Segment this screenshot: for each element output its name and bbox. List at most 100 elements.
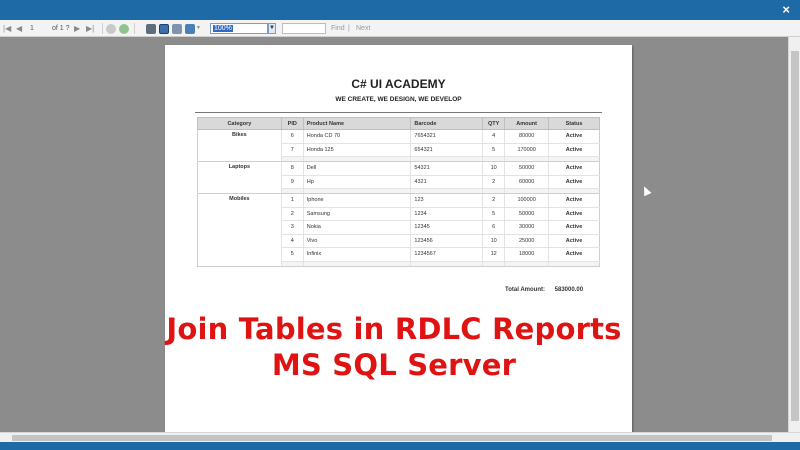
- stop-icon[interactable]: [106, 24, 116, 34]
- barcode-cell: 123: [410, 193, 484, 208]
- print-icon[interactable]: [146, 24, 156, 34]
- report-title: C# UI ACADEMY: [351, 77, 446, 91]
- horizontal-scrollbar-thumb[interactable]: [12, 435, 772, 441]
- overlay-caption-line1: Join Tables in RDLC Reports: [166, 312, 622, 346]
- pid-cell: 6: [281, 129, 304, 144]
- horizontal-scrollbar[interactable]: [0, 432, 800, 442]
- status-cell: Active: [548, 193, 600, 208]
- total-amount: Total Amount: 583000.00: [505, 287, 583, 293]
- first-page-icon[interactable]: |◀: [3, 23, 11, 34]
- barcode-cell: 12345: [410, 220, 484, 235]
- product-name-cell: Samsung: [303, 207, 412, 221]
- pid-cell: 1: [281, 193, 304, 208]
- pid-cell: 3: [281, 220, 304, 235]
- barcode-cell: 654321: [410, 143, 484, 157]
- status-cell: Active: [548, 247, 600, 262]
- column-header-amount: Amount: [504, 117, 550, 130]
- products-table: Category PID Product Name Barcode QTY Am…: [197, 117, 600, 267]
- find-text-input[interactable]: [282, 23, 326, 34]
- find-link[interactable]: Find: [331, 23, 345, 34]
- amount-cell: 50000: [504, 207, 550, 221]
- vertical-scrollbar[interactable]: [788, 37, 800, 432]
- amount-cell: 170000: [504, 143, 550, 157]
- print-layout-icon[interactable]: [159, 24, 169, 34]
- export-icon[interactable]: [185, 24, 195, 34]
- qty-cell: 12: [482, 247, 506, 262]
- toolbar-separator: [102, 23, 103, 34]
- prev-page-icon[interactable]: ◀: [16, 23, 22, 34]
- zoom-value: 100%: [213, 25, 233, 32]
- category-cell: Mobiles: [197, 193, 282, 267]
- barcode-cell: 1234: [410, 207, 484, 221]
- barcode-cell: 1234567: [410, 247, 484, 262]
- qty-cell: 6: [482, 220, 506, 235]
- category-cell: Bikes: [197, 129, 282, 162]
- export-dropdown-icon[interactable]: ▼: [196, 23, 201, 34]
- overlay-caption-line2: MS SQL Server: [271, 348, 517, 382]
- last-page-icon[interactable]: ▶|: [86, 23, 94, 34]
- pid-cell: 2: [281, 207, 304, 221]
- title-divider: [195, 112, 602, 113]
- report-page: C# UI ACADEMY WE CREATE, WE DESIGN, WE D…: [165, 45, 632, 445]
- column-header-qty: QTY: [482, 117, 506, 130]
- barcode-cell: 4321: [410, 175, 484, 189]
- barcode-cell: 7654321: [410, 129, 484, 144]
- qty-cell: 5: [482, 207, 506, 221]
- amount-cell: 100000: [504, 193, 550, 208]
- table-row: Bikes 6 Honda CD 70 7654321 4 80000 Acti…: [197, 129, 600, 162]
- status-cell: Active: [548, 161, 600, 176]
- pid-cell: 8: [281, 161, 304, 176]
- qty-cell: 10: [482, 161, 506, 176]
- current-page-input[interactable]: 1: [30, 23, 34, 34]
- qty-cell: 5: [482, 143, 506, 157]
- status-cell: Active: [548, 220, 600, 235]
- window-titlebar: ×: [0, 0, 800, 20]
- product-name-cell: Nokia: [303, 220, 412, 235]
- category-cell: Laptops: [197, 161, 282, 194]
- table-row: Laptops 8 Dell 54321 10 50000 Active: [197, 161, 600, 194]
- next-page-icon[interactable]: ▶: [74, 23, 80, 34]
- qty-cell: 2: [482, 193, 506, 208]
- pid-cell: 9: [281, 175, 304, 189]
- product-name-cell: Dell: [303, 161, 412, 176]
- qty-cell: 4: [482, 129, 506, 144]
- amount-cell: 30000: [504, 220, 550, 235]
- product-name-cell: Infinix: [303, 247, 412, 262]
- total-amount-value: 583000.00: [554, 287, 584, 293]
- pid-cell: 4: [281, 234, 304, 248]
- product-name-cell: Vivo: [303, 234, 412, 248]
- barcode-cell: 54321: [410, 161, 484, 176]
- window-statusbar: [0, 442, 800, 450]
- find-next-link[interactable]: Next: [356, 23, 370, 34]
- column-header-pid: PID: [280, 117, 304, 130]
- report-subtitle: WE CREATE, WE DESIGN, WE DEVELOP: [335, 96, 462, 103]
- amount-cell: 80000: [504, 129, 550, 144]
- table-header-row: Category PID Product Name Barcode QTY Am…: [197, 117, 600, 130]
- pid-cell: 5: [281, 247, 304, 262]
- barcode-cell: 123456: [410, 234, 484, 248]
- product-name-cell: Hp: [303, 175, 412, 189]
- status-cell: Active: [548, 143, 600, 157]
- refresh-icon[interactable]: [119, 24, 129, 34]
- amount-cell: 60000: [504, 175, 550, 189]
- amount-cell: 25000: [504, 234, 550, 248]
- find-separator: |: [348, 25, 350, 32]
- page-count-label: of 1 ?: [52, 25, 70, 32]
- product-name-cell: Honda CD 70: [303, 129, 412, 144]
- zoom-select[interactable]: 100%: [210, 23, 268, 34]
- vertical-scrollbar-thumb[interactable]: [791, 51, 799, 421]
- zoom-dropdown-arrow[interactable]: ▼: [268, 23, 276, 34]
- status-cell: Active: [548, 234, 600, 248]
- table-row: Mobiles 1 Iphone 123 2 100000 Active: [197, 193, 600, 267]
- page-setup-icon[interactable]: [172, 24, 182, 34]
- product-name-cell: Iphone: [303, 193, 412, 208]
- status-cell: Active: [548, 129, 600, 144]
- column-header-barcode: Barcode: [410, 117, 484, 130]
- total-amount-label: Total Amount:: [505, 287, 545, 293]
- report-toolbar: |◀ ◀ 1 of 1 ? ▶ ▶| ▼ 100% ▼ Find | Next: [0, 20, 800, 37]
- status-cell: Active: [548, 207, 600, 221]
- close-button[interactable]: ×: [782, 2, 790, 17]
- column-header-category: Category: [197, 117, 282, 130]
- toolbar-separator: [134, 23, 135, 34]
- column-header-product-name: Product Name: [302, 117, 412, 130]
